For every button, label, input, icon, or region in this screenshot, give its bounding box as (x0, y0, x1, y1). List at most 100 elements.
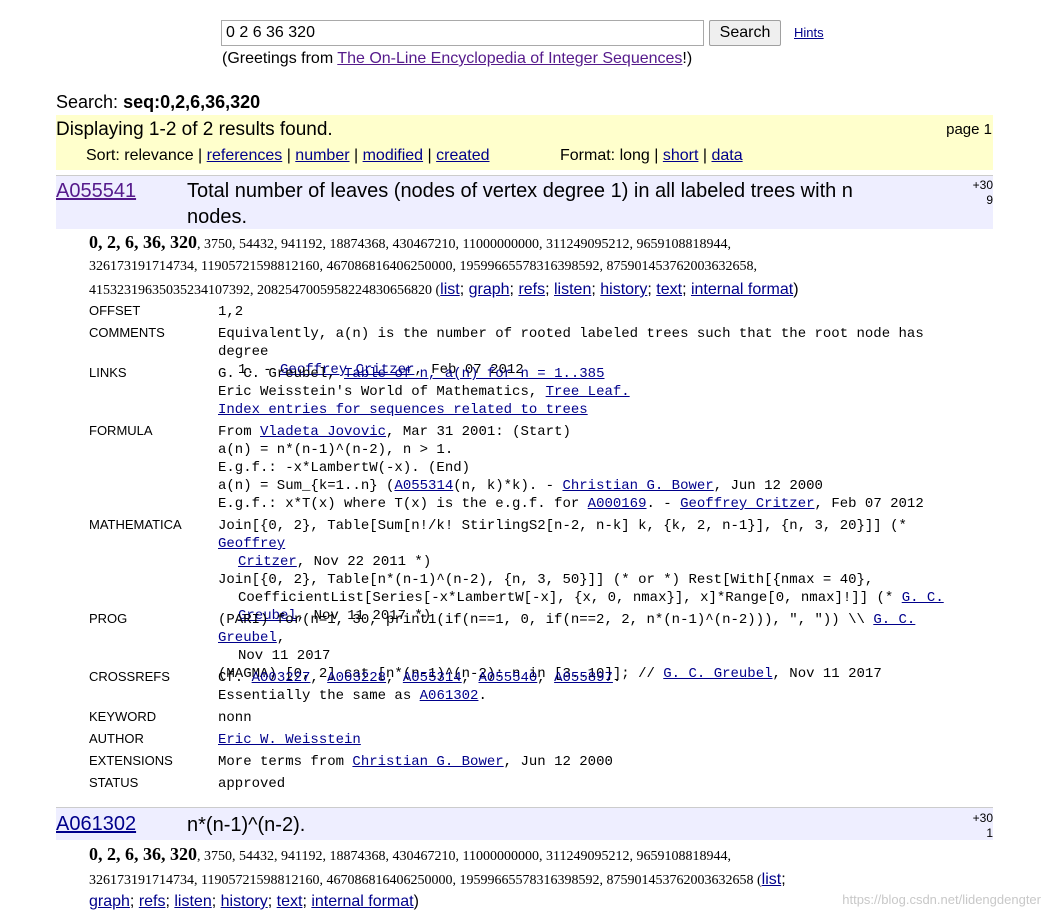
extensions-value: More terms from Christian G. Bower, Jun … (218, 753, 978, 771)
offset-label: OFFSET (89, 303, 141, 318)
prog-line2: Nov 11 2017 (238, 648, 331, 664)
a003228-link[interactable]: A003228 (327, 670, 386, 686)
formula-line5-text: E.g.f.: x*T(x) where T(x) is the e.g.f. … (218, 496, 588, 512)
greeting-suffix: !) (682, 50, 693, 67)
a055897-link[interactable]: A055897 (554, 670, 613, 686)
crossrefs-label: CROSSREFS (89, 669, 170, 684)
seq1-anumber-link[interactable]: A055541 (56, 180, 136, 203)
formula-line1-date: , Mar 31 2001: (Start) (386, 424, 571, 440)
seq2-refs-link[interactable]: refs (139, 893, 166, 910)
jovovic-link[interactable]: Vladeta Jovovic (260, 424, 386, 440)
tree-leaf-link[interactable]: Tree Leaf. (546, 384, 630, 400)
seq2-internal-format-link[interactable]: internal format (311, 893, 413, 910)
oeis-home-link[interactable]: The On-Line Encyclopedia of Integer Sequ… (337, 50, 682, 67)
ext-bower-link[interactable]: Christian G. Bower (352, 754, 503, 770)
seq2-votes-top: +30 (972, 811, 993, 825)
seq1-votes-bottom: 9 (986, 193, 993, 207)
seq1-list-link[interactable]: list (440, 281, 460, 298)
mathematica-label: MATHEMATICA (89, 517, 182, 532)
seq1-terms: 0, 2, 6, 36, 320, 3750, 54432, 941192, 1… (89, 231, 989, 302)
critzer-link[interactable]: Geoffrey Critzer (680, 496, 814, 512)
links-line1-text: G. C. Greubel, (218, 366, 345, 382)
sort-created-link[interactable]: created (436, 147, 489, 164)
weisstein-link[interactable]: Eric W. Weisstein (218, 732, 361, 748)
seq1-text-link[interactable]: text (656, 281, 682, 298)
seq2-listen-link[interactable]: listen (174, 893, 211, 910)
seq2-header: A061302 n*(n-1)^(n-2). +30 1 (56, 807, 993, 840)
seq2-graph-link[interactable]: graph (89, 893, 130, 910)
formula-line1: From Vladeta Jovovic, Mar 31 2001: (Star… (218, 423, 978, 441)
formula-line5-mid: . - (646, 496, 681, 512)
math-critzer-link-part1[interactable]: Geoffrey (218, 536, 285, 552)
a003227-link[interactable]: A003227 (252, 670, 311, 686)
formula-value: From Vladeta Jovovic, Mar 31 2001: (Star… (218, 423, 978, 513)
math-line1-text: Join[{0, 2}, Table[Sum[n!/k! StirlingS2[… (218, 518, 907, 534)
seq2-terms-line2: 326173191714734, 11905721598812160, 4670… (89, 871, 786, 888)
links-line2: Eric Weisstein's World of Mathematics, T… (218, 383, 978, 401)
formula-line2: a(n) = n*(n-1)^(n-2), n > 1. (218, 442, 454, 458)
format-short-link[interactable]: short (663, 147, 699, 164)
math-greubel-link-part1[interactable]: G. C. (902, 590, 944, 606)
sort-modified-link[interactable]: modified (363, 147, 423, 164)
seq1-nav-links: list; graph; refs; listen; history; text… (440, 281, 799, 298)
a000169-link[interactable]: A000169 (588, 496, 647, 512)
greeting: (Greetings from The On-Line Encyclopedia… (222, 50, 692, 68)
seq2-list-link[interactable]: list (762, 871, 782, 888)
comments-line1: Equivalently, a(n) is the number of root… (218, 326, 924, 360)
links-line2-text: Eric Weisstein's World of Mathematics, (218, 384, 546, 400)
sort-references-link[interactable]: references (207, 147, 283, 164)
seq2-terms-rest2: 326173191714734, 11905721598812160, 4670… (89, 873, 762, 888)
formula-line4-mid: (n, k)*k). - (453, 478, 563, 494)
search-input[interactable] (221, 20, 704, 46)
prog-line1-post: , (276, 630, 286, 646)
offset-value: 1,2 (218, 304, 244, 320)
table-link[interactable]: Table of n, a(n) for n = 1..385 (344, 366, 604, 382)
extensions-text: More terms from (218, 754, 353, 770)
seq2-history-link[interactable]: history (221, 893, 268, 910)
seq1-listen-link[interactable]: listen (554, 281, 591, 298)
formula-label: FORMULA (89, 423, 153, 438)
a055540-link[interactable]: A055540 (478, 670, 537, 686)
math-critzer-link-part2[interactable]: Critzer (238, 554, 297, 570)
links-label: LINKS (89, 365, 127, 380)
a055314-link[interactable]: A055314 (394, 478, 453, 494)
a055314-xref-link[interactable]: A055314 (403, 670, 462, 686)
seq1-internal-format-link[interactable]: internal format (691, 281, 793, 298)
seq1-terms-rest3: 41532319635035234107392, 208254700595822… (89, 283, 441, 298)
page-indicator: page 1 (946, 121, 992, 138)
math-line2-date: , Nov 22 2011 *) (296, 554, 432, 570)
seq2-votes-bottom: 1 (986, 826, 993, 840)
formula-line5: E.g.f.: x*T(x) where T(x) is the e.g.f. … (218, 495, 978, 513)
a061302-xref-link[interactable]: A061302 (420, 688, 479, 704)
links-value: G. C. Greubel, Table of n, a(n) for n = … (218, 365, 978, 419)
search-echo-term: seq:0,2,6,36,320 (123, 92, 261, 112)
seq2-anumber-link[interactable]: A061302 (56, 813, 136, 836)
greeting-prefix: (Greetings from (222, 50, 338, 67)
seq1-history-link[interactable]: history (600, 281, 647, 298)
seq1-title: Total number of leaves (nodes of vertex … (187, 180, 853, 228)
search-echo-label: Search: (56, 92, 119, 112)
math-line3: Join[{0, 2}, Table[n*(n-1)^(n-2), {n, 3,… (218, 572, 874, 588)
formula-line4-text: a(n) = Sum_{k=1..n} ( (218, 478, 395, 494)
hints-link[interactable]: Hints (794, 25, 824, 40)
watermark: https://blog.csdn.net/lidengdengter (842, 892, 1041, 907)
sort-number-link[interactable]: number (295, 147, 349, 164)
format-label: Format: long (560, 147, 650, 164)
seq1-graph-link[interactable]: graph (469, 281, 510, 298)
extensions-date: , Jun 12 2000 (503, 754, 613, 770)
links-line3: Index entries for sequences related to t… (218, 401, 978, 419)
seq2-terms: 0, 2, 6, 36, 320, 3750, 54432, 941192, 1… (89, 843, 989, 892)
format-data-link[interactable]: data (711, 147, 742, 164)
results-header: Displaying 1-2 of 2 results found. page … (56, 115, 993, 170)
sort-label: Sort: relevance (86, 147, 194, 164)
index-trees-link[interactable]: Index entries for sequences related to t… (218, 402, 588, 418)
prog-line1: (PARI) for(n=1, 30, print1(if(n==1, 0, i… (218, 611, 978, 647)
keyword-value: nonn (218, 710, 252, 726)
crossrefs-line2: Essentially the same as A061302. (218, 688, 487, 704)
seq2-text-link[interactable]: text (277, 893, 303, 910)
search-button[interactable]: Search (709, 20, 781, 46)
math-line1: Join[{0, 2}, Table[Sum[n!/k! StirlingS2[… (218, 517, 978, 553)
bower-link[interactable]: Christian G. Bower (562, 478, 713, 494)
crossrefs-line2-text: Essentially the same as (218, 688, 420, 704)
seq1-refs-link[interactable]: refs (518, 281, 545, 298)
